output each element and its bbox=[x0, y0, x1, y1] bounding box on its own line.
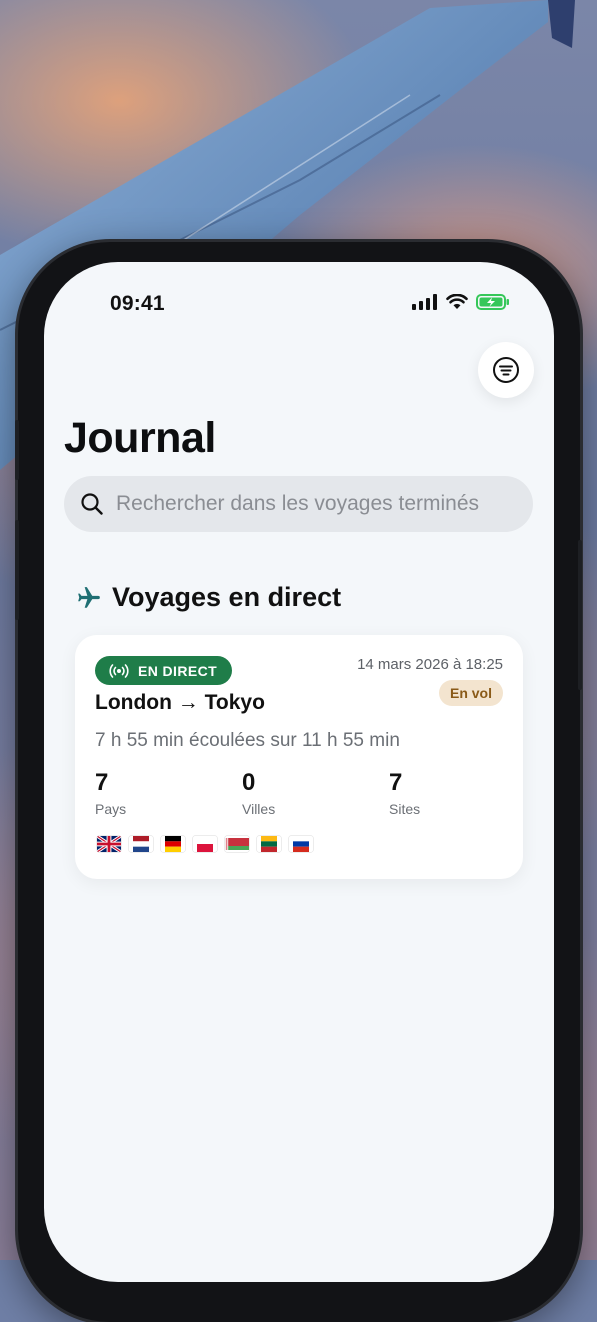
trip-elapsed: 7 h 55 min écoulées sur 11 h 55 min bbox=[95, 730, 400, 751]
stat-label: Villes bbox=[242, 801, 276, 817]
flag-by-icon bbox=[225, 838, 249, 850]
stat-label: Sites bbox=[389, 801, 421, 817]
phone-side-button bbox=[15, 520, 19, 620]
trip-status-badge: En vol bbox=[438, 680, 503, 706]
stat-cities: 0 Villes bbox=[242, 769, 389, 817]
flag-de-icon bbox=[165, 836, 181, 852]
stat-label: Pays bbox=[95, 801, 127, 817]
flag-gb-icon bbox=[97, 836, 121, 852]
flag-nl-icon bbox=[133, 836, 149, 852]
live-badge-label: EN DIRECT bbox=[138, 662, 218, 679]
section-title: Voyages en direct bbox=[112, 582, 342, 612]
stat-value: 7 bbox=[95, 769, 109, 796]
live-section-header: Voyages en direct bbox=[76, 582, 341, 613]
stat-value: 0 bbox=[242, 769, 256, 796]
app-screen: 09:41 Journal Rechercher dans les voyage… bbox=[44, 262, 554, 1282]
stat-countries: 7 Pays bbox=[95, 769, 242, 817]
phone-side-button bbox=[15, 420, 19, 480]
signal-icon bbox=[412, 294, 437, 310]
wifi-icon bbox=[446, 294, 468, 309]
broadcast-icon bbox=[109, 663, 129, 678]
phone-side-button bbox=[578, 540, 582, 690]
plane-icon bbox=[78, 586, 100, 608]
trip-route: London → Tokyo bbox=[95, 691, 265, 714]
trip-stats: 7 Pays 0 Villes 7 Sites bbox=[95, 769, 536, 817]
status-time: 09:41 bbox=[110, 292, 165, 315]
search-bar[interactable] bbox=[64, 476, 533, 532]
page-title: Journal bbox=[64, 414, 216, 462]
trip-date: 14 mars 2026 à 18:25 bbox=[357, 656, 503, 673]
live-badge: EN DIRECT bbox=[95, 656, 233, 685]
country-flags bbox=[97, 836, 313, 852]
flag-lt-icon bbox=[261, 836, 277, 852]
search-icon bbox=[81, 493, 103, 515]
flag-pl-icon bbox=[197, 836, 213, 852]
flag-ru-icon bbox=[293, 836, 309, 852]
stat-value: 7 bbox=[389, 769, 403, 796]
status-icons bbox=[412, 294, 510, 310]
stat-sites: 7 Sites bbox=[389, 769, 536, 817]
filter-icon bbox=[493, 357, 519, 383]
battery-icon bbox=[476, 294, 509, 310]
live-trip-card[interactable]: EN DIRECT 14 mars 2026 à 18:25 En vol Lo… bbox=[75, 635, 523, 879]
search-input[interactable] bbox=[114, 491, 518, 517]
filter-button[interactable] bbox=[478, 342, 534, 398]
